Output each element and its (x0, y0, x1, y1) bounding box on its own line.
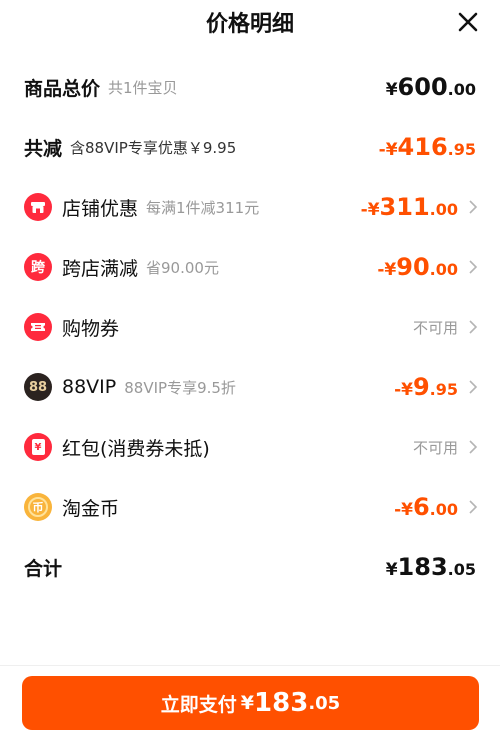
total-discount-price: -¥ 416 .95 (379, 117, 476, 177)
discount-value: 不可用 (413, 417, 478, 477)
price-decimal: .05 (447, 560, 476, 579)
discount-note: 省90.00元 (146, 258, 219, 277)
row-88vip[interactable]: 88 88VIP 88VIP专享9.5折 -¥ 9 .95 (0, 357, 500, 417)
total-label: 合计 (24, 557, 63, 580)
gold-coin-icon: 币 (24, 493, 52, 521)
price-decimal: .00 (429, 260, 458, 279)
price-decimal: .95 (447, 140, 476, 159)
shop-icon (24, 193, 52, 221)
unavailable-status: 不可用 (412, 318, 458, 337)
price-symbol: -¥ (394, 500, 413, 520)
cross-store-icon: 跨 (24, 253, 52, 281)
price-integer: 416 (397, 133, 448, 161)
price-integer: 9 (412, 373, 430, 401)
chevron-right-icon (469, 500, 478, 514)
price-integer: 6 (412, 493, 430, 521)
header: 价格明细 (0, 0, 500, 44)
discount-name: 淘金币 (62, 497, 120, 520)
discount-note: 88VIP专享9.5折 (124, 378, 236, 397)
discount-note: 每满1件减311元 (146, 198, 260, 217)
discount-value: -¥ 90 .00 (377, 237, 478, 297)
price-decimal: .00 (429, 500, 458, 519)
pay-button-decimal: .05 (308, 692, 341, 714)
price-integer: 183 (397, 553, 448, 581)
price-decimal: .95 (429, 380, 458, 399)
page-title: 价格明细 (205, 12, 294, 37)
price-decimal: .00 (429, 200, 458, 219)
price-symbol: -¥ (377, 260, 397, 280)
pay-button-integer: 183 (254, 688, 309, 718)
chevron-right-icon (469, 440, 478, 454)
gold-coin-icon-glyph: 币 (32, 501, 44, 514)
row-red-envelope[interactable]: ¥ 红包(消费券未抵) 不可用 (0, 417, 500, 477)
total-goods-label: 商品总价 (24, 77, 101, 100)
discount-value: -¥ 9 .95 (394, 357, 478, 417)
discount-name: 店铺优惠 (62, 197, 139, 220)
chevron-right-icon (469, 380, 478, 394)
price-symbol: ¥ (385, 80, 398, 100)
chevron-right-icon (469, 260, 478, 274)
cross-store-icon-glyph: 跨 (31, 260, 45, 276)
price-symbol: -¥ (394, 380, 413, 400)
discount-name: 88VIP (62, 376, 117, 398)
row-shopping-coupon[interactable]: 购物券 不可用 (0, 297, 500, 357)
total-discount-note: 含88VIP专享优惠￥9.95 (70, 138, 237, 157)
total-price: ¥ 183 .05 (386, 537, 476, 597)
chevron-right-icon (469, 200, 478, 214)
price-decimal: .00 (447, 80, 476, 99)
coupon-icon (24, 313, 52, 341)
price-symbol: ¥ (385, 560, 398, 580)
unavailable-status: 不可用 (412, 438, 458, 457)
total-discount-label: 共减 (24, 137, 63, 160)
discount-name: 跨店满减 (62, 257, 139, 280)
price-integer: 600 (397, 73, 448, 101)
footer-divider (0, 665, 500, 666)
pay-button-symbol: ¥ (240, 692, 255, 714)
close-icon[interactable] (456, 10, 480, 34)
row-taobao-coins[interactable]: 币 淘金币 -¥ 6 .00 (0, 477, 500, 537)
chevron-right-icon (469, 320, 478, 334)
red-envelope-icon: ¥ (24, 433, 52, 461)
price-integer: 311 (379, 193, 430, 221)
discount-value: -¥ 311 .00 (361, 177, 478, 237)
price-integer: 90 (396, 253, 430, 281)
discount-name: 购物券 (62, 317, 120, 340)
discount-value: -¥ 6 .00 (394, 477, 478, 537)
pay-button-label: 立即支付 (160, 693, 237, 716)
vip88-icon: 88 (24, 373, 52, 401)
price-symbol: -¥ (360, 200, 380, 220)
row-shop-discount[interactable]: 店铺优惠 每满1件减311元 -¥ 311 .00 (0, 177, 500, 237)
discount-name: 红包(消费券未抵) (62, 437, 210, 460)
pay-now-button[interactable]: 立即支付 ¥ 183 .05 (22, 676, 479, 730)
price-detail-list: 商品总价 共1件宝贝 ¥ 600 .00 共减 含88VIP专享优惠￥9.95 … (0, 57, 500, 597)
row-total: 合计 ¥ 183 .05 (0, 537, 500, 597)
red-envelope-icon-glyph: ¥ (34, 441, 42, 453)
total-goods-count: 共1件宝贝 (108, 78, 178, 97)
row-cross-store-discount[interactable]: 跨 跨店满减 省90.00元 -¥ 90 .00 (0, 237, 500, 297)
row-total-discount: 共减 含88VIP专享优惠￥9.95 -¥ 416 .95 (0, 117, 500, 177)
row-total-goods: 商品总价 共1件宝贝 ¥ 600 .00 (0, 57, 500, 117)
price-symbol: -¥ (378, 140, 398, 160)
vip88-icon-glyph: 88 (28, 379, 48, 395)
total-goods-price: ¥ 600 .00 (386, 57, 476, 117)
discount-value: 不可用 (413, 297, 478, 357)
